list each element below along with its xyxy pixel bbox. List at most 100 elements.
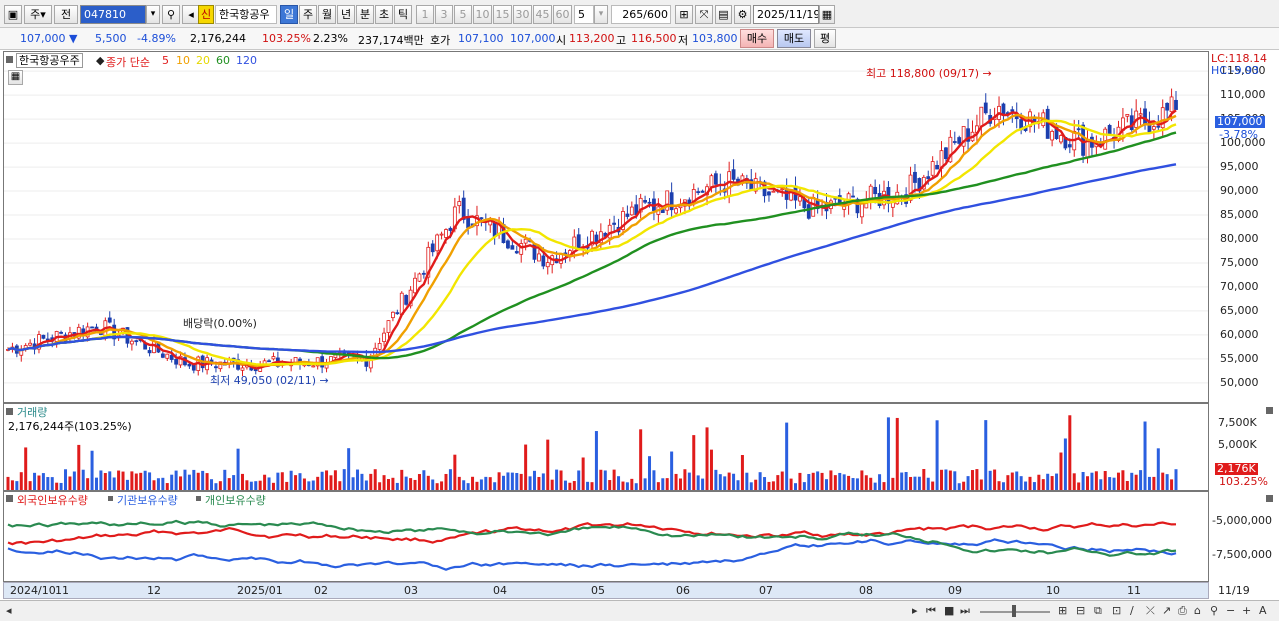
holding-chart[interactable]: [4, 492, 1208, 581]
volume-bar: [559, 470, 563, 490]
panel-menu-icon[interactable]: [6, 56, 13, 63]
stock-code-input[interactable]: 047810: [80, 5, 146, 24]
volume-bar: [329, 475, 333, 490]
layout-icon[interactable]: ▣: [4, 5, 22, 24]
volume-bar: [448, 469, 452, 490]
interval-dropdown-icon[interactable]: ▾: [594, 5, 608, 24]
price-tick: 110,000: [1220, 88, 1266, 102]
tab-minute[interactable]: 분: [356, 5, 374, 24]
scroll-bar[interactable]: ◂ ▸ ⏮ ■ ⏭ ⊞ ⊟ ⧉ ⊡ ∕ ⤫ ↗ ⎙ ⌂ ⚲ − + A: [0, 600, 1279, 621]
interval-1[interactable]: 1: [416, 5, 434, 24]
pen-icon[interactable]: ∕: [1130, 604, 1134, 618]
stop-icon[interactable]: ■: [944, 604, 954, 618]
volume-bar: [869, 477, 873, 490]
volume-bar: [1001, 482, 1005, 490]
scroll-left-icon[interactable]: ◂: [6, 604, 12, 618]
calculator-icon[interactable]: ▦: [8, 70, 23, 85]
eval-button[interactable]: 평: [814, 29, 836, 48]
volume-bar: [81, 469, 85, 490]
compare-icon[interactable]: ⊟: [1076, 604, 1085, 618]
volume-menu-icon[interactable]: [6, 408, 13, 415]
interval-45[interactable]: 45: [533, 5, 552, 24]
interval-30[interactable]: 30: [513, 5, 532, 24]
volume-bar: [776, 475, 780, 490]
ask-value: 107,000: [510, 32, 556, 45]
volume-bar: [895, 417, 899, 490]
code-dropdown-icon[interactable]: ▾: [146, 5, 160, 24]
tab-monthly[interactable]: 월: [318, 5, 336, 24]
volume-bar: [674, 473, 678, 490]
measure-icon[interactable]: ⊡: [1112, 604, 1121, 618]
holding-close-icon[interactable]: [1266, 495, 1273, 502]
candle-body: [983, 102, 988, 114]
x-axis-label: 08: [859, 584, 873, 597]
first-icon[interactable]: ⏮: [926, 604, 936, 618]
volume-bar: [320, 471, 324, 490]
x-axis-label: 03: [404, 584, 418, 597]
magnifier-icon[interactable]: ⚲: [1210, 604, 1218, 618]
prev-button[interactable]: 전: [54, 5, 78, 24]
count-field[interactable]: 265/600: [611, 5, 671, 24]
low-annotation-text: 최저 49,050 (02/11): [210, 374, 317, 387]
cross-icon[interactable]: ⤫: [1146, 604, 1155, 618]
zoom-in-icon[interactable]: ⊞: [675, 5, 693, 24]
date-input[interactable]: 2025/11/19: [753, 5, 819, 24]
price-chart[interactable]: [4, 52, 1208, 402]
candle-body: [461, 197, 466, 220]
tab-tick[interactable]: 틱: [394, 5, 412, 24]
save-icon[interactable]: ▤: [715, 5, 732, 24]
volume-bar: [33, 472, 37, 490]
volume-bar: [1147, 476, 1151, 490]
interval-5[interactable]: 5: [454, 5, 472, 24]
tab-weekly[interactable]: 주: [299, 5, 317, 24]
chart-window: ▣ 주▾ 전 047810 ▾ ⚲ ◂ 신 한국항공우 일 주 월 년 분 초 …: [0, 0, 1279, 621]
print-icon[interactable]: ⌂: [1194, 604, 1201, 618]
scroll-right-icon[interactable]: ▸: [912, 604, 918, 618]
period-select[interactable]: 주▾: [24, 5, 52, 24]
holding-menu-icon[interactable]: [6, 495, 13, 502]
volume-value: 2,176,244: [190, 32, 246, 45]
last-icon[interactable]: ⏭: [960, 604, 970, 618]
candle-body: [625, 213, 630, 217]
volume-bar: [864, 475, 868, 490]
grid-icon[interactable]: ⊞: [1058, 604, 1067, 618]
interval-input[interactable]: 5: [574, 5, 594, 24]
interval-3[interactable]: 3: [435, 5, 453, 24]
quote-bar: 107,000 ▼ 5,500 -4.89% 2,176,244 103.25%…: [0, 28, 1279, 50]
zoom-slider-handle[interactable]: [1012, 605, 1016, 617]
calendar-icon[interactable]: ▦: [819, 5, 835, 24]
volume-bar: [214, 483, 218, 490]
interval-10[interactable]: 10: [473, 5, 492, 24]
volume-bar: [878, 474, 882, 490]
candle-body: [1156, 125, 1161, 128]
zoom-out-icon[interactable]: −: [1226, 604, 1235, 618]
volume-bar: [550, 479, 554, 490]
current-rate-tag: -3.78%: [1219, 128, 1258, 141]
volume-close-icon[interactable]: [1266, 407, 1273, 414]
volume-bar: [263, 474, 267, 490]
volume-bar: [1055, 473, 1059, 490]
tab-yearly[interactable]: 년: [337, 5, 355, 24]
trend-icon[interactable]: ↗: [1162, 604, 1171, 618]
interval-60[interactable]: 60: [553, 5, 572, 24]
capture-icon[interactable]: ⎙: [1178, 604, 1187, 618]
tab-second[interactable]: 초: [375, 5, 393, 24]
volume-bar: [373, 469, 377, 490]
layout-icon-2[interactable]: ⧉: [1094, 604, 1102, 618]
candle-body: [576, 234, 581, 250]
gear-icon[interactable]: ⚙: [734, 5, 751, 24]
volume-bar: [249, 481, 253, 490]
sell-button[interactable]: 매도: [777, 29, 811, 48]
volume-bar: [975, 469, 979, 490]
buy-button[interactable]: 매수: [740, 29, 774, 48]
crosshair-icon[interactable]: ⤧: [695, 5, 713, 24]
interval-15[interactable]: 15: [493, 5, 512, 24]
font-icon[interactable]: A: [1259, 604, 1267, 618]
tab-daily[interactable]: 일: [280, 5, 298, 24]
volume-bar: [608, 480, 612, 490]
volume-bar: [108, 471, 112, 490]
candle-body: [1076, 128, 1081, 131]
zoom-plus-icon[interactable]: +: [1242, 604, 1251, 618]
search-icon[interactable]: ⚲: [162, 5, 180, 24]
volume-chart[interactable]: [4, 404, 1208, 490]
